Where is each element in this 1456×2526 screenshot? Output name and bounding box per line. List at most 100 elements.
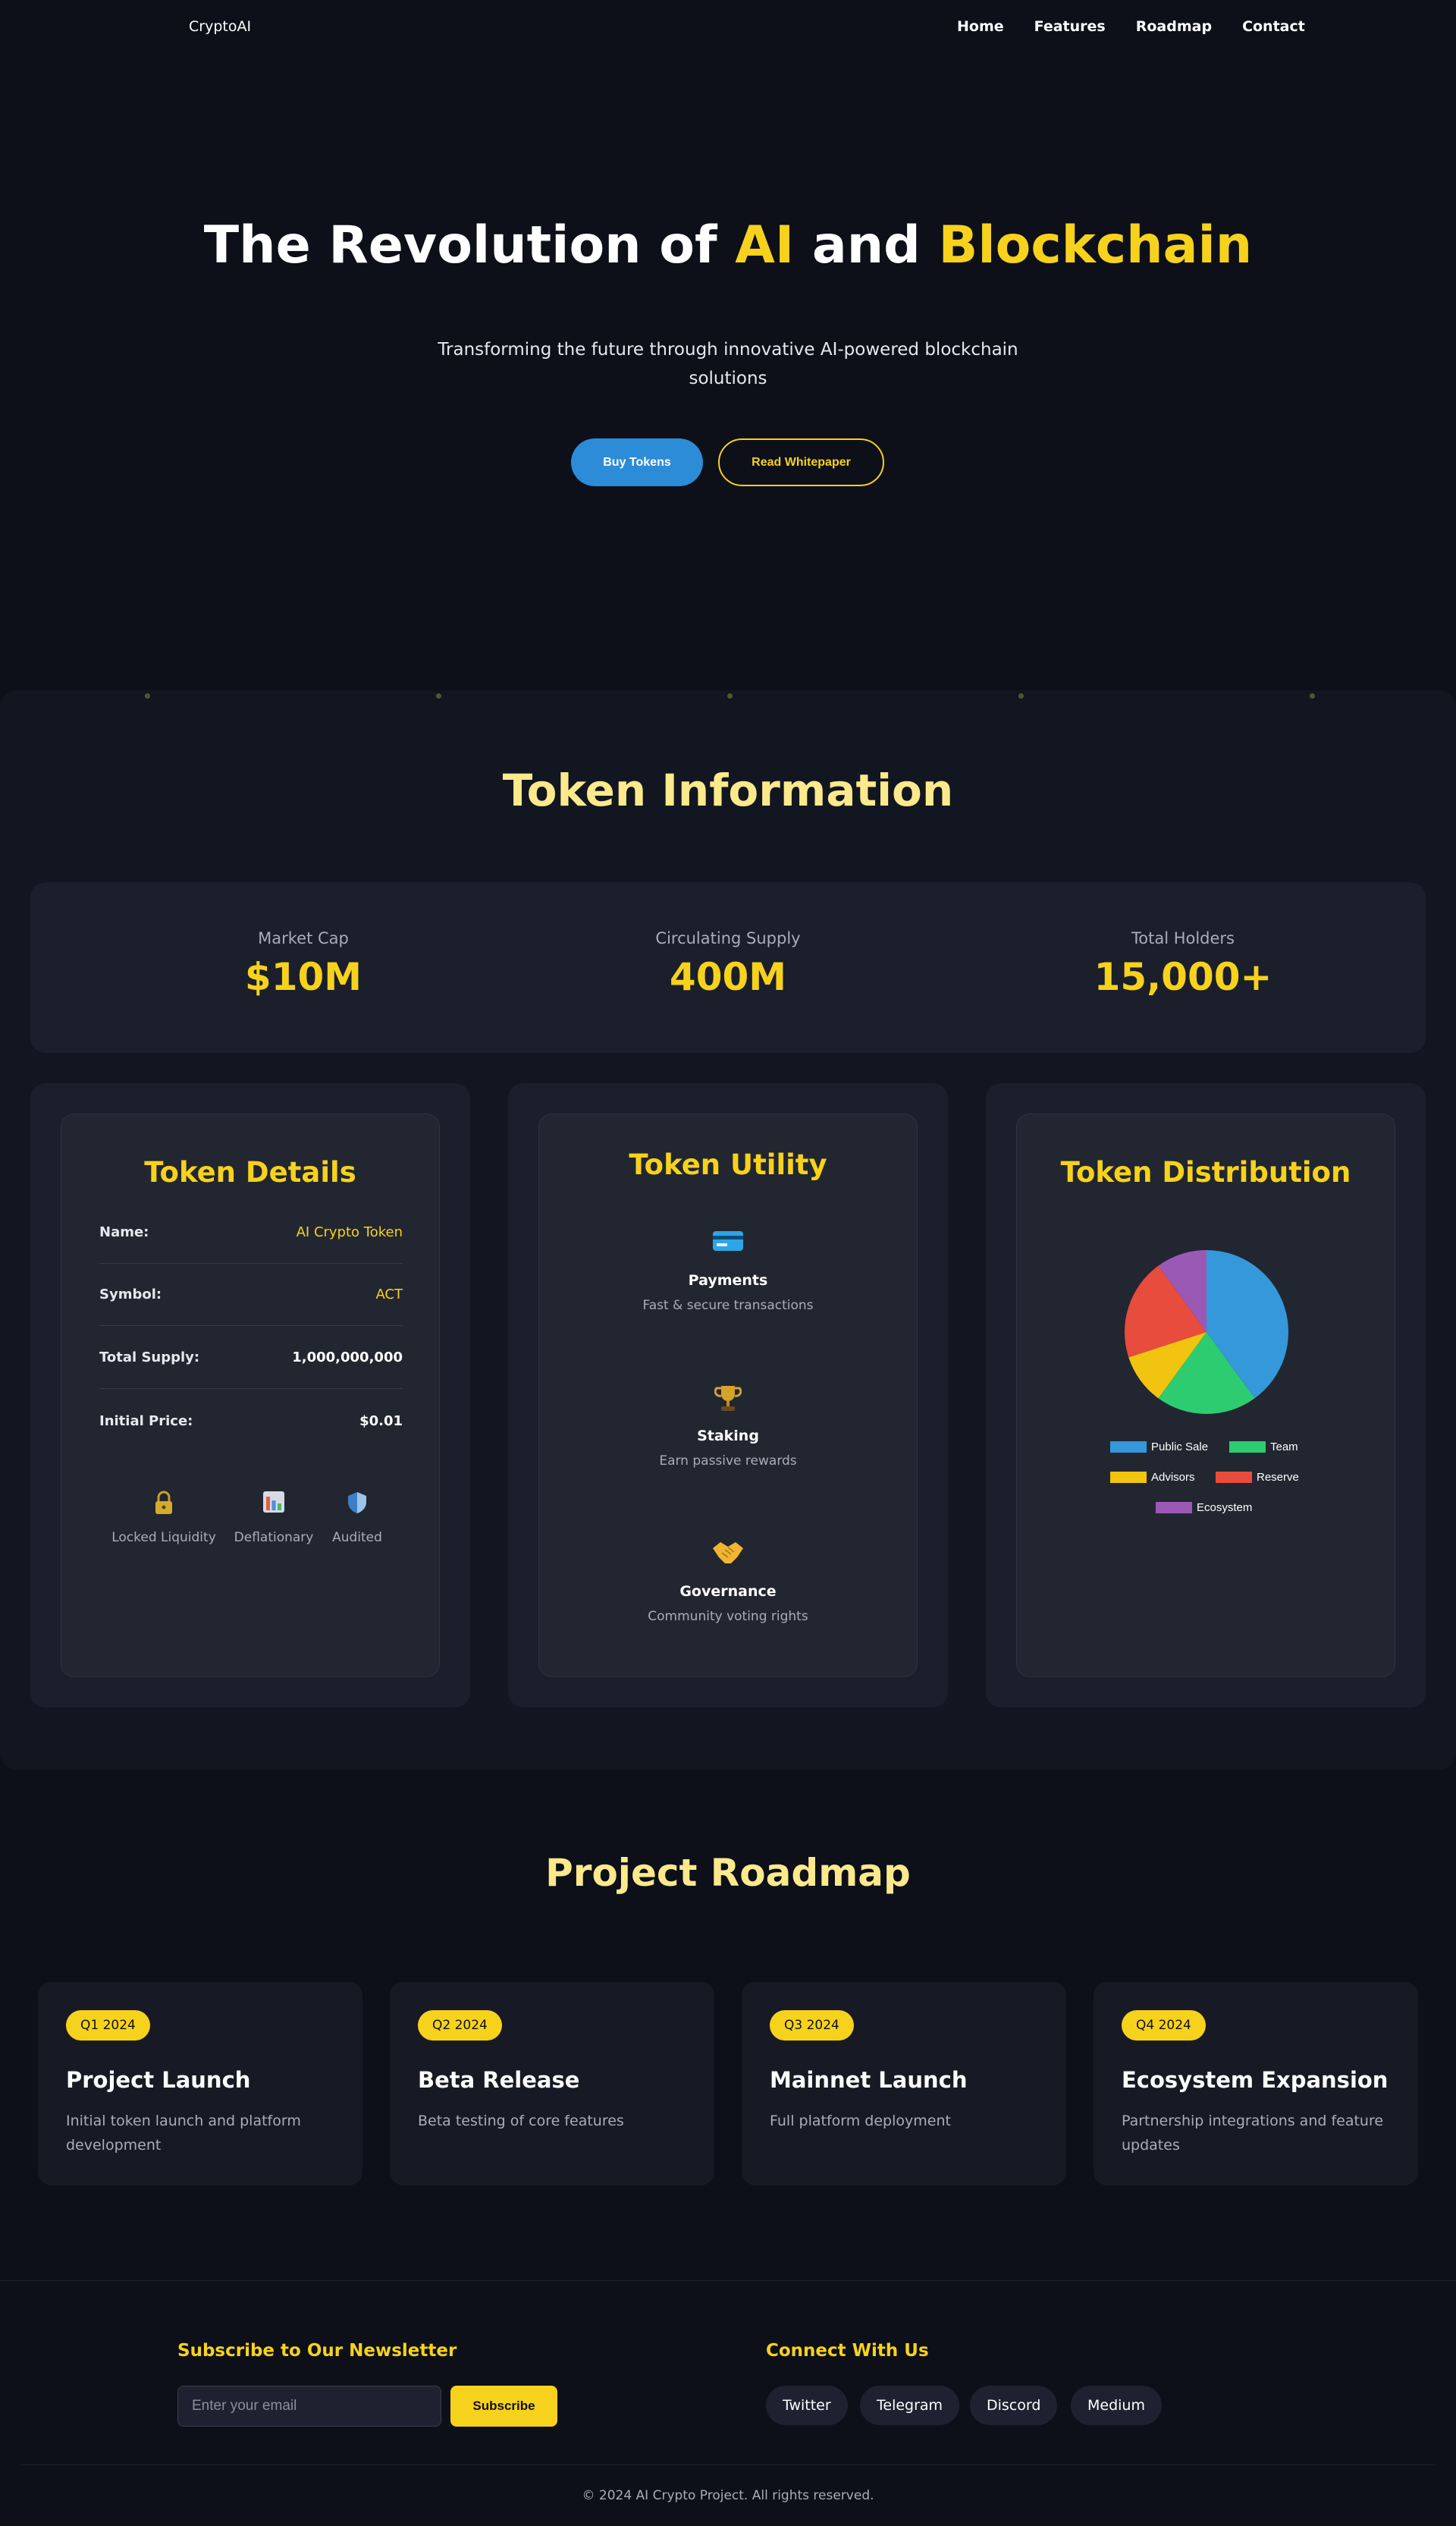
roadmap-card-desc: Partnership integrations and feature upd… (1122, 2113, 1384, 2154)
stat-value: 400M (669, 955, 787, 999)
legend-swatch (1229, 1441, 1266, 1453)
token-details-panel: Token Details Name: AI Crypto Token Symb… (30, 1083, 470, 1708)
shield-icon (327, 1491, 388, 1521)
detail-key: Initial Price: (99, 1412, 193, 1429)
decorative-dot (436, 693, 441, 699)
utility-name: Staking (697, 1428, 759, 1444)
footer-divider (0, 2280, 1456, 2281)
nav-link-features[interactable]: Features (1034, 18, 1106, 35)
token-information-title: Token Information (502, 765, 954, 816)
social-link-telegram[interactable]: Telegram (860, 2386, 960, 2425)
detail-row-symbol: Symbol: ACT (99, 1264, 403, 1326)
stat-label: Market Cap (258, 929, 349, 947)
stat-value: $10M (244, 955, 362, 999)
decorative-dot (1018, 693, 1024, 699)
feature-label: Locked Liquidity (111, 1530, 216, 1545)
token-distribution-panel: Token Distribution Public Sale Team Advi… (986, 1083, 1426, 1708)
legend-item: Reserve (1216, 1471, 1299, 1484)
token-utility-card: Token Utility Payments Fast & secure tra… (538, 1114, 918, 1677)
stats-bar: Market Cap $10M Circulating Supply 400M … (30, 882, 1426, 1053)
legend-swatch (1110, 1441, 1147, 1453)
social-link-twitter[interactable]: Twitter (766, 2386, 848, 2425)
roadmap-card-q1: Q1 2024 Project Launch Initial token lau… (38, 1982, 362, 2185)
stat-market-cap: Market Cap $10M (190, 929, 417, 999)
legend-item: Public Sale (1110, 1441, 1208, 1453)
detail-key: Name: (99, 1224, 149, 1240)
stat-label: Total Holders (1131, 929, 1235, 947)
nav-link-home[interactable]: Home (957, 18, 1004, 35)
utility-name: Payments (688, 1272, 768, 1289)
feature-audited: Audited (327, 1491, 388, 1545)
connect-title: Connect With Us (766, 2341, 929, 2361)
utility-staking: Staking Earn passive rewards (539, 1384, 917, 1469)
nav-link-contact[interactable]: Contact (1242, 18, 1305, 35)
legend-swatch (1216, 1472, 1252, 1483)
nav-link-roadmap[interactable]: Roadmap (1136, 18, 1212, 35)
roadmap-card-title: Project Launch (66, 2067, 251, 2093)
detail-key: Total Supply: (99, 1349, 200, 1365)
copyright-text: © 2024 AI Crypto Project. All rights res… (582, 2488, 874, 2503)
quarter-badge: Q3 2024 (770, 2010, 854, 2041)
email-field[interactable] (177, 2386, 441, 2427)
detail-value: ACT (375, 1287, 403, 1302)
stat-total-holders: Total Holders 15,000+ (1069, 929, 1297, 999)
stat-circulating-supply: Circulating Supply 400M (614, 929, 842, 999)
hero-subtitle: Transforming the future through innovati… (438, 340, 1018, 388)
decorative-dot (727, 693, 733, 699)
utility-desc: Earn passive rewards (659, 1453, 797, 1469)
subscribe-button[interactable]: Subscribe (450, 2386, 557, 2427)
detail-row-total-supply: Total Supply: 1,000,000,000 (99, 1327, 403, 1389)
legend-label: Public Sale (1151, 1441, 1209, 1453)
roadmap-card-title: Ecosystem Expansion (1122, 2067, 1389, 2093)
legend-swatch (1110, 1472, 1147, 1483)
hero-title-ai: AI (735, 215, 795, 275)
roadmap-card-title: Beta Release (418, 2067, 580, 2093)
roadmap-title: Project Roadmap (545, 1851, 911, 1895)
social-link-medium[interactable]: Medium (1071, 2386, 1162, 2425)
utility-governance: Governance Community voting rights (539, 1539, 917, 1624)
detail-row-name: Name: AI Crypto Token (99, 1202, 403, 1264)
roadmap-card-q2: Q2 2024 Beta Release Beta testing of cor… (390, 1982, 714, 2185)
legend-swatch (1156, 1502, 1192, 1513)
stat-label: Circulating Supply (655, 929, 801, 947)
social-link-discord[interactable]: Discord (970, 2386, 1058, 2425)
detail-key: Symbol: (99, 1287, 162, 1302)
lock-icon (111, 1491, 217, 1521)
roadmap-card-desc: Initial token launch and platform develo… (66, 2113, 301, 2154)
legend-item: Team (1229, 1441, 1298, 1453)
detail-value: AI Crypto Token (296, 1224, 403, 1240)
trophy-icon (539, 1384, 917, 1417)
decorative-dot (145, 693, 150, 699)
hero-title-part1: The Revolution of (203, 215, 736, 275)
brand-logo[interactable]: CryptoAI (189, 18, 251, 35)
distribution-pie-chart (1125, 1250, 1288, 1414)
utility-desc: Community voting rights (648, 1609, 808, 1624)
hero-title: The Revolution of AI and Blockchain (0, 215, 1456, 275)
roadmap-card-q3: Q3 2024 Mainnet Launch Full platform dep… (742, 1982, 1066, 2185)
newsletter-title: Subscribe to Our Newsletter (177, 2341, 457, 2361)
legend-label: Ecosystem (1197, 1501, 1253, 1514)
handshake-icon (539, 1539, 917, 1572)
buy-tokens-button[interactable]: Buy Tokens (571, 438, 703, 486)
decorative-dot (1310, 693, 1315, 699)
legend-item: Advisors (1110, 1471, 1195, 1484)
quarter-badge: Q1 2024 (66, 2010, 150, 2041)
utility-payments: Payments Fast & secure transactions (539, 1228, 917, 1313)
utility-desc: Fast & secure transactions (642, 1298, 814, 1313)
legend-label: Reserve (1257, 1471, 1299, 1484)
credit-card-icon (539, 1228, 917, 1261)
hero-title-blockchain: Blockchain (938, 215, 1253, 275)
token-distribution-card: Token Distribution Public Sale Team Advi… (1016, 1114, 1395, 1677)
token-utility-panel: Token Utility Payments Fast & secure tra… (508, 1083, 948, 1708)
feature-label: Audited (332, 1530, 382, 1545)
feature-locked-liquidity: Locked Liquidity (111, 1491, 217, 1545)
read-whitepaper-button[interactable]: Read Whitepaper (718, 438, 884, 486)
roadmap-card-title: Mainnet Launch (770, 2067, 968, 2093)
token-utility-title: Token Utility (629, 1148, 827, 1181)
roadmap-card-desc: Full platform deployment (770, 2113, 951, 2129)
quarter-badge: Q4 2024 (1122, 2010, 1206, 2041)
legend-label: Advisors (1151, 1471, 1195, 1484)
feature-label: Deflationary (234, 1530, 314, 1545)
token-details-title: Token Details (144, 1156, 356, 1189)
stat-value: 15,000+ (1094, 955, 1272, 999)
